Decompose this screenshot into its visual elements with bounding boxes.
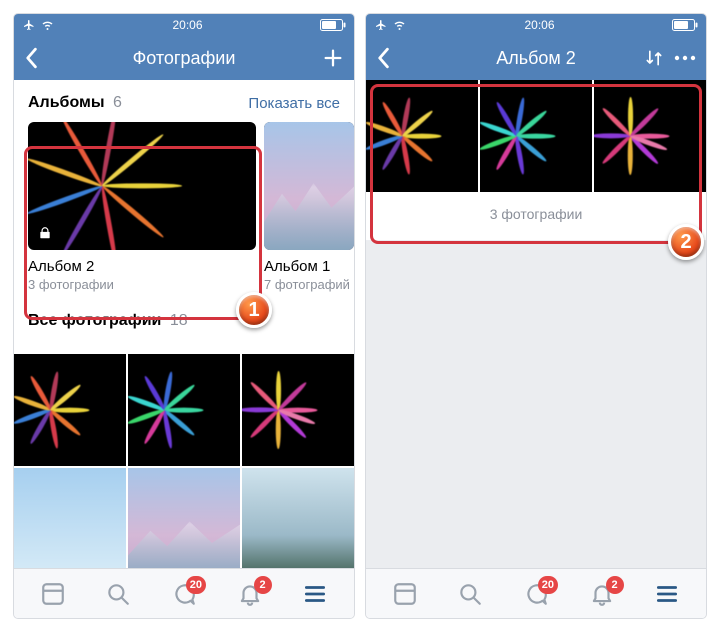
tab-search[interactable] [448, 572, 492, 616]
status-bar: 20:06 [366, 14, 706, 36]
content-area: Альбомы 6 Показать все Альбом 2 3 фотогр… [14, 80, 354, 568]
albums-section-header: Альбомы 6 Показать все [14, 80, 354, 122]
battery-icon [320, 19, 346, 31]
albums-count: 6 [113, 94, 122, 111]
status-time: 20:06 [524, 18, 554, 32]
show-all-link[interactable]: Показать все [248, 95, 340, 112]
tab-menu[interactable] [293, 572, 337, 616]
battery-icon [672, 19, 698, 31]
all-photos-grid [14, 354, 354, 568]
status-bar: 20:06 [14, 14, 354, 36]
tab-messages[interactable]: 20 [514, 572, 558, 616]
airplane-mode-icon [374, 19, 388, 31]
album-photos-row [366, 80, 706, 192]
back-button[interactable] [376, 47, 390, 69]
album-name: Альбом 1 [264, 258, 354, 275]
lock-icon [34, 222, 56, 244]
photo-thumb[interactable] [128, 354, 240, 466]
nav-title: Альбом 2 [436, 48, 636, 69]
tab-menu[interactable] [645, 572, 689, 616]
tab-messages[interactable]: 20 [162, 572, 206, 616]
empty-area [366, 241, 706, 568]
all-photos-count: 18 [170, 312, 188, 329]
album-subtitle: 3 фотографии [28, 277, 256, 292]
all-photos-header: Все фотографии 18 [14, 292, 354, 338]
airplane-mode-icon [22, 19, 36, 31]
tab-bar: 20 2 [14, 568, 354, 618]
album-card-secondary[interactable]: Альбом 1 7 фотографий [264, 122, 354, 292]
badge-notifications: 2 [254, 576, 272, 594]
status-time: 20:06 [172, 18, 202, 32]
photo-thumb[interactable] [594, 80, 706, 192]
photo-thumb[interactable] [480, 80, 592, 192]
tab-notifications[interactable]: 2 [580, 572, 624, 616]
tab-search[interactable] [96, 572, 140, 616]
sort-button[interactable] [644, 48, 664, 68]
nav-bar: Фотографии [14, 36, 354, 80]
tab-news[interactable] [31, 572, 75, 616]
phone-screenshot-right: 20:06 Альбом 2 [366, 14, 706, 618]
add-button[interactable] [322, 47, 344, 69]
nav-bar: Альбом 2 [366, 36, 706, 80]
album-card-main[interactable]: Альбом 2 3 фотографии [28, 122, 256, 292]
albums-title: Альбомы [28, 94, 105, 111]
photo-count-text: 3 фотографии [366, 192, 706, 241]
tab-news[interactable] [383, 572, 427, 616]
badge-notifications: 2 [606, 576, 624, 594]
wifi-icon [392, 19, 407, 31]
album-subtitle: 7 фотографий [264, 277, 354, 292]
photo-thumb[interactable] [366, 80, 478, 192]
badge-messages: 20 [538, 576, 558, 594]
photo-thumb[interactable] [14, 354, 126, 466]
photo-thumb[interactable] [14, 468, 126, 568]
back-button[interactable] [24, 47, 38, 69]
photo-thumb[interactable] [128, 468, 240, 568]
nav-title: Фотографии [84, 48, 284, 69]
badge-messages: 20 [186, 576, 206, 594]
phone-screenshot-left: 20:06 Фотографии [14, 14, 354, 618]
photo-thumb[interactable] [242, 354, 354, 466]
more-button[interactable] [674, 55, 696, 61]
album-name: Альбом 2 [28, 258, 256, 275]
wifi-icon [40, 19, 55, 31]
tab-bar: 20 2 [366, 568, 706, 618]
photo-thumb[interactable] [242, 468, 354, 568]
tab-notifications[interactable]: 2 [228, 572, 272, 616]
all-photos-title: Все фотографии [28, 312, 161, 329]
content-area: 3 фотографии [366, 80, 706, 568]
